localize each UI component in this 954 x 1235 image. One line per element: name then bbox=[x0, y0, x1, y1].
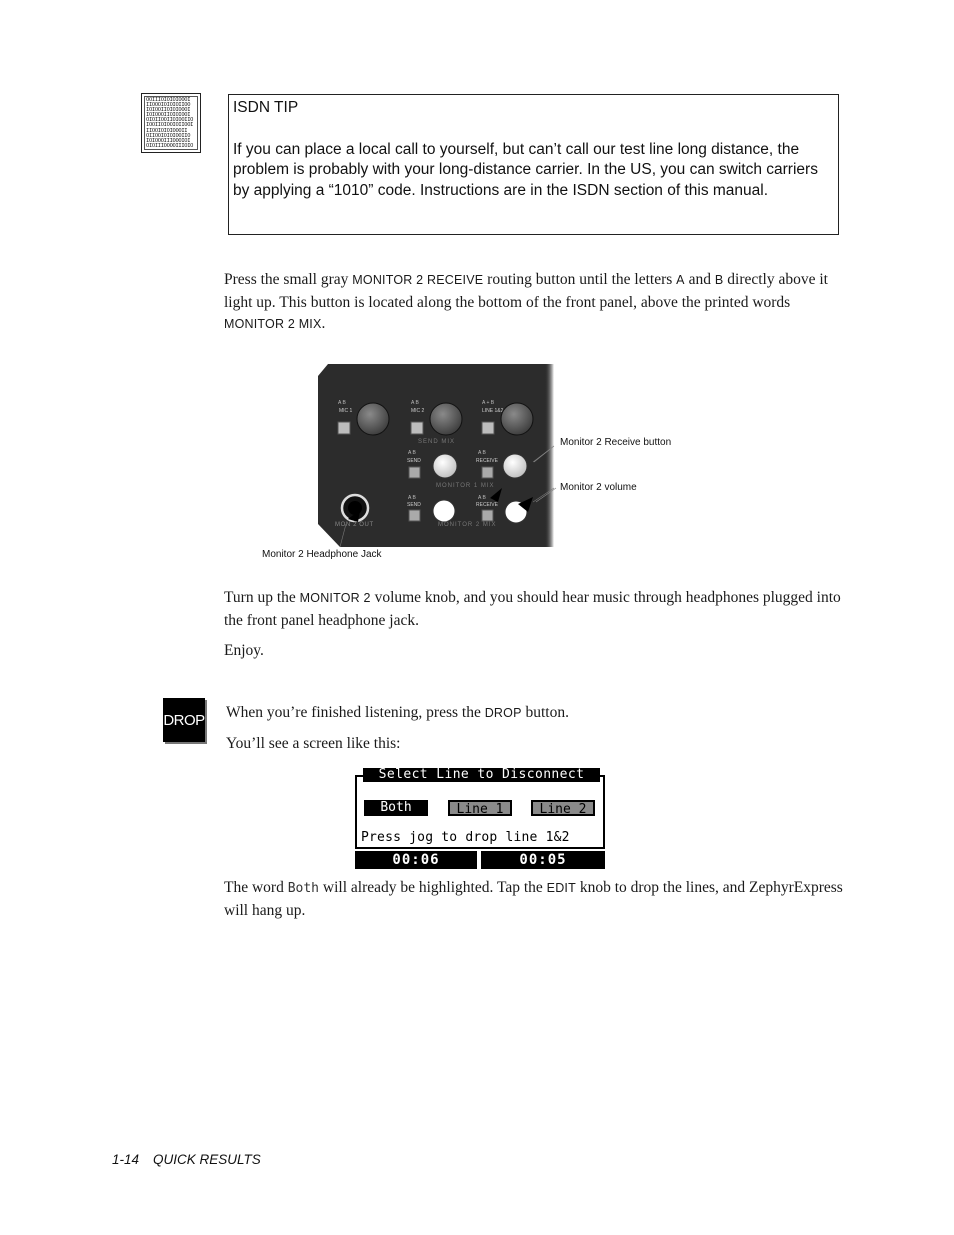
panel-label: LINE 1&2 bbox=[482, 408, 504, 414]
lcd-prompt: Press jog to drop line 1&2 bbox=[361, 830, 570, 845]
instruction-drop: When you’re finished listening, press th… bbox=[226, 702, 846, 725]
text: will already be highlighted. Tap the bbox=[319, 879, 547, 896]
panel-label: A B bbox=[478, 450, 486, 456]
panel-label: A B bbox=[408, 495, 416, 501]
isdn-tip-box: ISDN TIP If you can place a local call t… bbox=[228, 94, 839, 235]
monitor2-send-knob bbox=[432, 499, 456, 523]
panel-label: A B bbox=[411, 400, 419, 406]
screen-intro: You’ll see a screen like this: bbox=[226, 735, 401, 752]
binary-digits-icon: OOIIIOIOIOIOOOI IIOOOIOIOIOIIOO IOIOOIIO… bbox=[141, 93, 201, 153]
lcd-option-line2: Line 2 bbox=[531, 800, 595, 817]
small-caps-term: MONITOR 2 RECEIVE bbox=[352, 273, 484, 287]
panel-label: SEND bbox=[407, 458, 421, 464]
small-caps-term: EDIT bbox=[546, 881, 576, 895]
panel-label: A B bbox=[478, 495, 486, 501]
tip-body: If you can place a local call to yoursel… bbox=[233, 140, 818, 199]
line-knob bbox=[500, 402, 534, 436]
monitor2-receive-button bbox=[481, 509, 494, 522]
lcd-timer-line2: 00:05 bbox=[481, 851, 605, 869]
enjoy-text: Enjoy. bbox=[224, 642, 264, 659]
panel-label: MIC 2 bbox=[411, 408, 425, 414]
lcd-disconnect-screen: Select Line to Disconnect Both Line 1 Li… bbox=[355, 768, 605, 869]
text: button. bbox=[521, 704, 570, 721]
page-number: 1-14 bbox=[112, 1152, 140, 1167]
lcd-term: Both bbox=[287, 881, 320, 896]
monitor1-receive-knob bbox=[502, 453, 528, 479]
caption-leader-lines bbox=[533, 445, 557, 503]
instruction-edit-knob: The word Both will already be highlighte… bbox=[224, 877, 844, 921]
panel-label: SEND bbox=[407, 502, 421, 508]
panel-label: MON 2 OUT bbox=[335, 522, 374, 528]
monitor1-send-knob bbox=[432, 453, 458, 479]
panel-label: MONITOR 1 MIX bbox=[436, 483, 495, 489]
panel-label: RECEIVE bbox=[476, 502, 499, 508]
line-button bbox=[481, 421, 495, 435]
panel-label: SEND MIX bbox=[418, 439, 455, 445]
panel-label: RECEIVE bbox=[476, 458, 499, 464]
mic2-button bbox=[410, 421, 424, 435]
text: . bbox=[321, 315, 326, 332]
mic1-button bbox=[337, 421, 351, 435]
small-caps-term: DROP bbox=[484, 706, 522, 720]
panel-label: MONITOR 2 MIX bbox=[438, 522, 497, 528]
panel-label: MIC 1 bbox=[339, 408, 353, 414]
monitor1-send-button bbox=[408, 466, 421, 479]
icon-row: OIOIIIOOOOIIIOIO bbox=[146, 142, 194, 149]
monitor2-send-button bbox=[408, 509, 421, 522]
section-title: QUICK RESULTS bbox=[153, 1152, 261, 1167]
drop-button-icon: DROP bbox=[163, 698, 205, 742]
front-panel-photo: A B MIC 1 A B MIC 2 A + B LINE 1&2 SEND … bbox=[318, 364, 554, 547]
mic2-knob bbox=[429, 402, 463, 436]
panel-label: A + B bbox=[482, 400, 495, 406]
tip-title: ISDN TIP bbox=[233, 99, 299, 116]
text: Press the small gray bbox=[224, 271, 353, 288]
tip-icon-pattern: OOIIIOIOIOIOOOI IIOOOIOIOIOIIOO IOIOOIIO… bbox=[144, 96, 198, 150]
panel-label: A B bbox=[338, 400, 346, 406]
instruction-receive-button: Press the small gray MONITOR 2 RECEIVE r… bbox=[224, 269, 844, 336]
lcd-option-both: Both bbox=[364, 800, 428, 816]
lcd-timer-line1: 00:06 bbox=[355, 851, 477, 869]
text: Turn up the bbox=[224, 589, 300, 606]
mic1-knob bbox=[356, 402, 390, 436]
page-footer: 1-14 QUICK RESULTS bbox=[112, 1152, 261, 1167]
caption-volume: Monitor 2 volume bbox=[560, 482, 637, 493]
text: When you’re finished listening, press th… bbox=[226, 704, 485, 721]
text: The word bbox=[224, 879, 288, 896]
text: and bbox=[684, 271, 715, 288]
small-caps-term: A bbox=[676, 273, 685, 287]
caption-receive-button: Monitor 2 Receive button bbox=[560, 437, 672, 448]
text: routing button until the letters bbox=[483, 271, 677, 288]
panel-label: A B bbox=[408, 450, 416, 456]
small-caps-term: MONITOR 2 bbox=[299, 591, 371, 605]
lcd-option-line1: Line 1 bbox=[448, 800, 512, 817]
caption-headphone-jack: Monitor 2 Headphone Jack bbox=[262, 549, 382, 560]
small-caps-term: MONITOR 2 MIX bbox=[224, 317, 322, 331]
instruction-volume: Turn up the MONITOR 2 volume knob, and y… bbox=[224, 587, 844, 631]
lcd-header: Select Line to Disconnect bbox=[363, 768, 600, 782]
monitor1-receive-button bbox=[481, 466, 494, 479]
